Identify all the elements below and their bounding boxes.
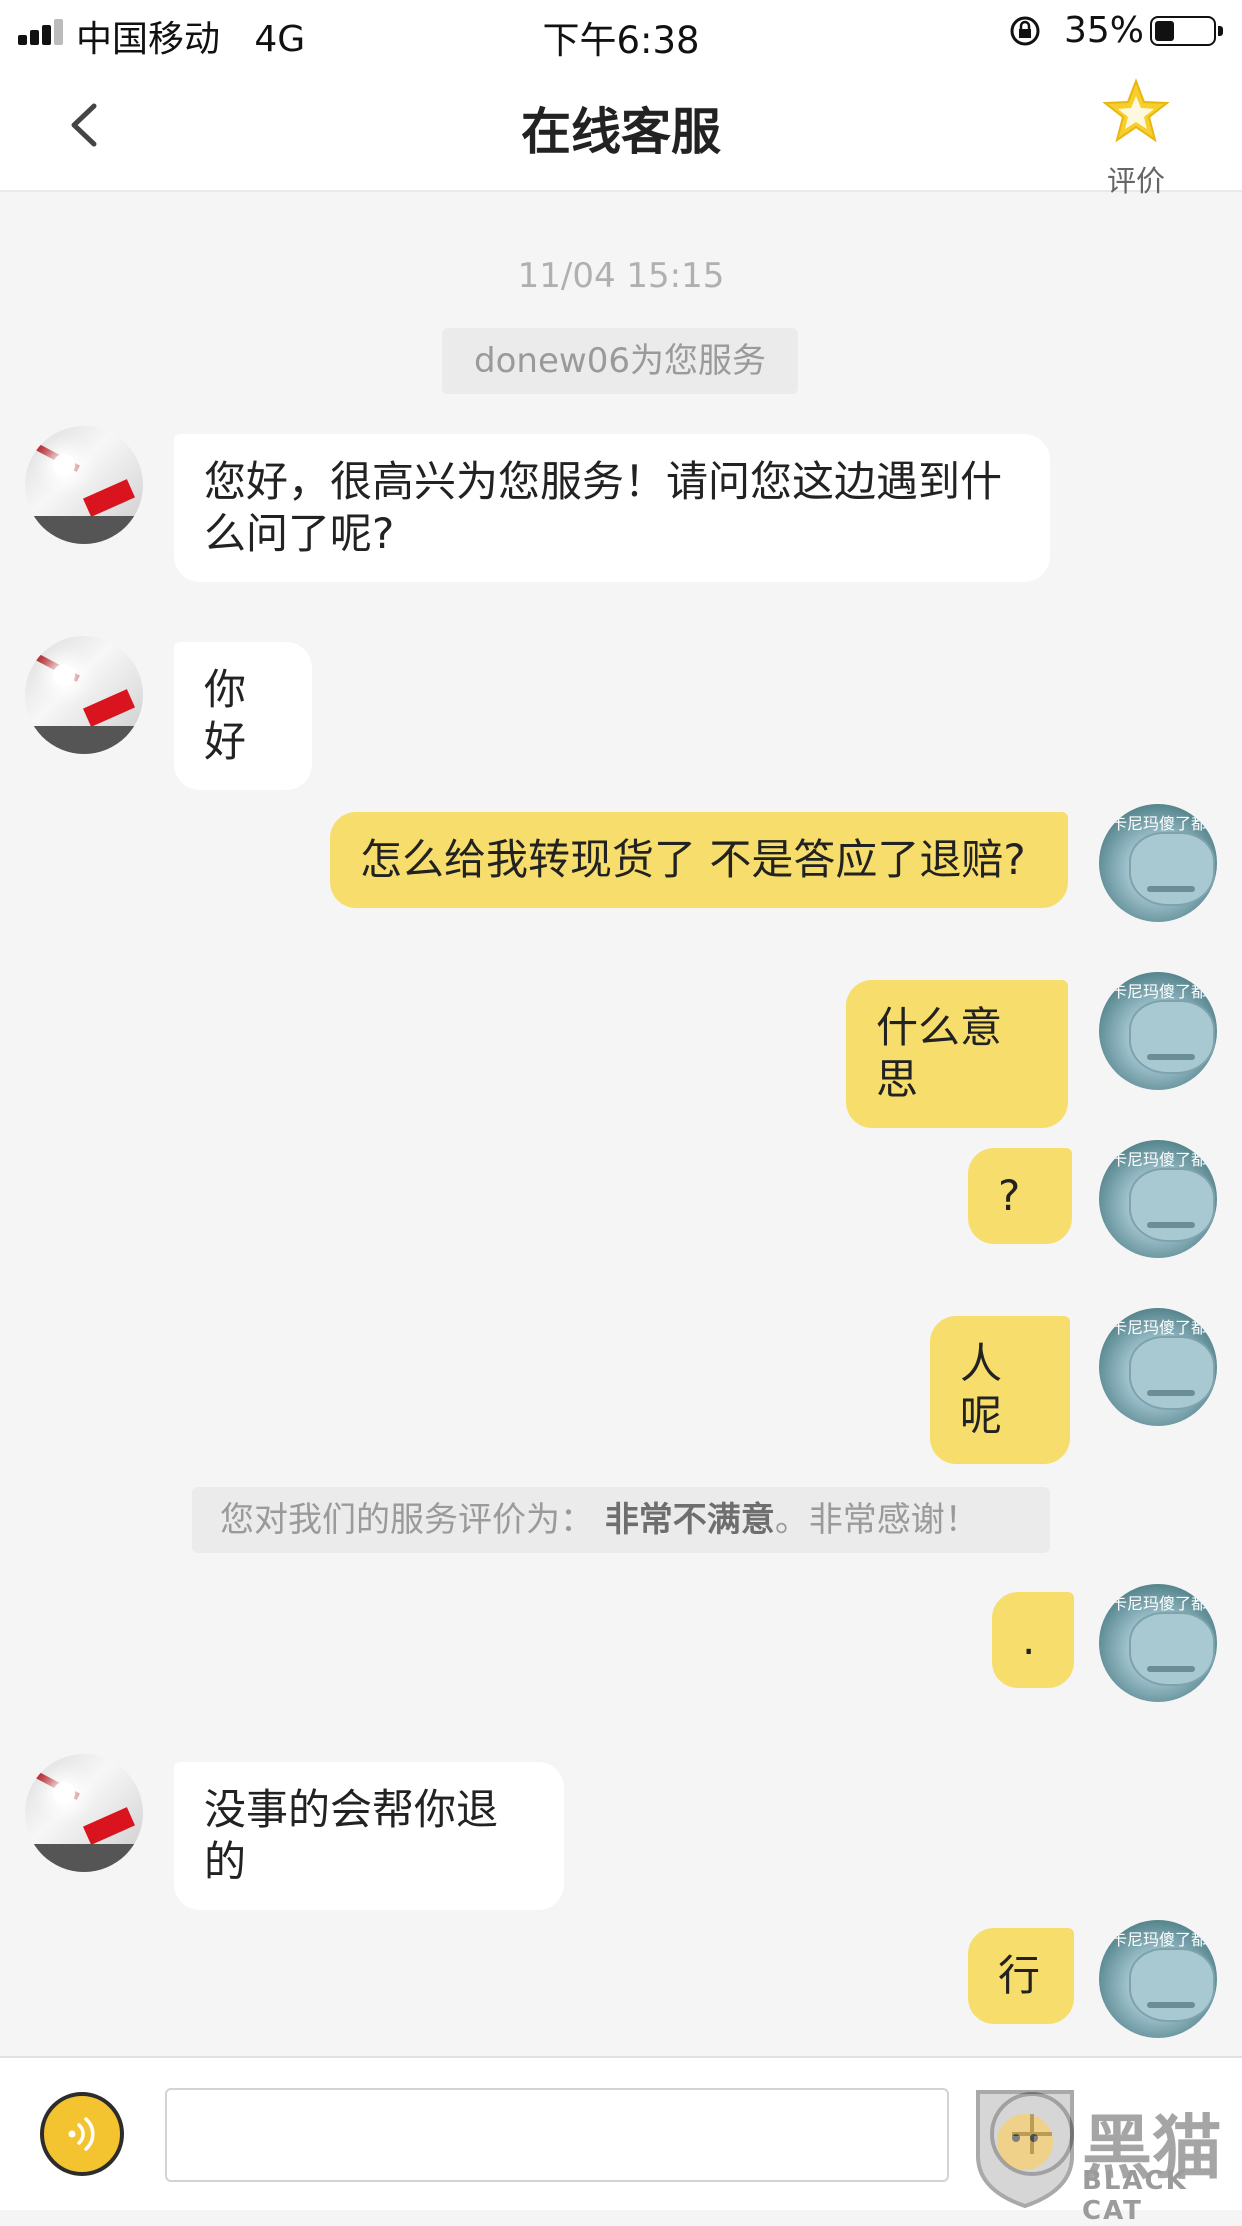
battery-percent: 35% xyxy=(1064,10,1145,51)
agent-avatar[interactable] xyxy=(25,636,143,754)
user-avatar[interactable]: 卡尼玛傻了都 xyxy=(1099,1920,1217,2038)
rate-button[interactable]: 评价 xyxy=(1096,72,1176,198)
cat-shield-icon xyxy=(976,2090,1074,2208)
rate-label: 评价 xyxy=(1106,164,1165,198)
user-avatar[interactable]: 卡尼玛傻了都 xyxy=(1099,1140,1217,1258)
star-icon xyxy=(1102,78,1170,143)
message-bubble-agent: 你好 xyxy=(174,642,312,790)
page-title: 在线客服 xyxy=(521,103,721,161)
message-bubble-user: 人呢 xyxy=(930,1316,1070,1464)
message-input[interactable] xyxy=(165,2088,949,2182)
message-bubble-user: 怎么给我转现货了 不是答应了退赔? xyxy=(330,812,1068,908)
status-bar: 中国移动 4G 下午6:38 35% xyxy=(0,0,1242,62)
agent-avatar[interactable] xyxy=(25,1754,143,1872)
user-avatar[interactable]: 卡尼玛傻了都 xyxy=(1099,804,1217,922)
message-bubble-user: 行 xyxy=(968,1928,1074,2024)
message-bubble-agent: 您好，很高兴为您服务！请问您这边遇到什么问了呢? xyxy=(174,434,1050,582)
watermark: 黑猫 BLACK CAT xyxy=(970,2086,1242,2226)
chat-timestamp: 11/04 15:15 xyxy=(517,256,725,296)
user-avatar[interactable]: 卡尼玛傻了都 xyxy=(1099,1308,1217,1426)
status-time: 下午6:38 xyxy=(542,19,700,62)
rating-value: 非常不满意 xyxy=(604,1500,775,1540)
rating-notice: 您对我们的服务评价为： 非常不满意。非常感谢！ xyxy=(192,1487,1050,1553)
message-bubble-user: 什么意思 xyxy=(846,980,1068,1128)
agent-avatar[interactable] xyxy=(25,426,143,544)
battery-icon xyxy=(1150,16,1223,46)
voice-button[interactable] xyxy=(40,2092,124,2176)
agent-banner: donew06为您服务 xyxy=(442,328,798,394)
rotation-lock-icon xyxy=(1010,16,1040,46)
message-bubble-user: . xyxy=(992,1592,1074,1688)
user-avatar[interactable]: 卡尼玛傻了都 xyxy=(1099,1584,1217,1702)
user-avatar[interactable]: 卡尼玛傻了都 xyxy=(1099,972,1217,1090)
message-bubble-user: ? xyxy=(968,1148,1072,1244)
voice-icon xyxy=(68,2117,95,2151)
message-bubble-agent: 没事的会帮你退的 xyxy=(174,1762,564,1910)
nav-bar: 在线客服 评价 xyxy=(0,62,1242,198)
